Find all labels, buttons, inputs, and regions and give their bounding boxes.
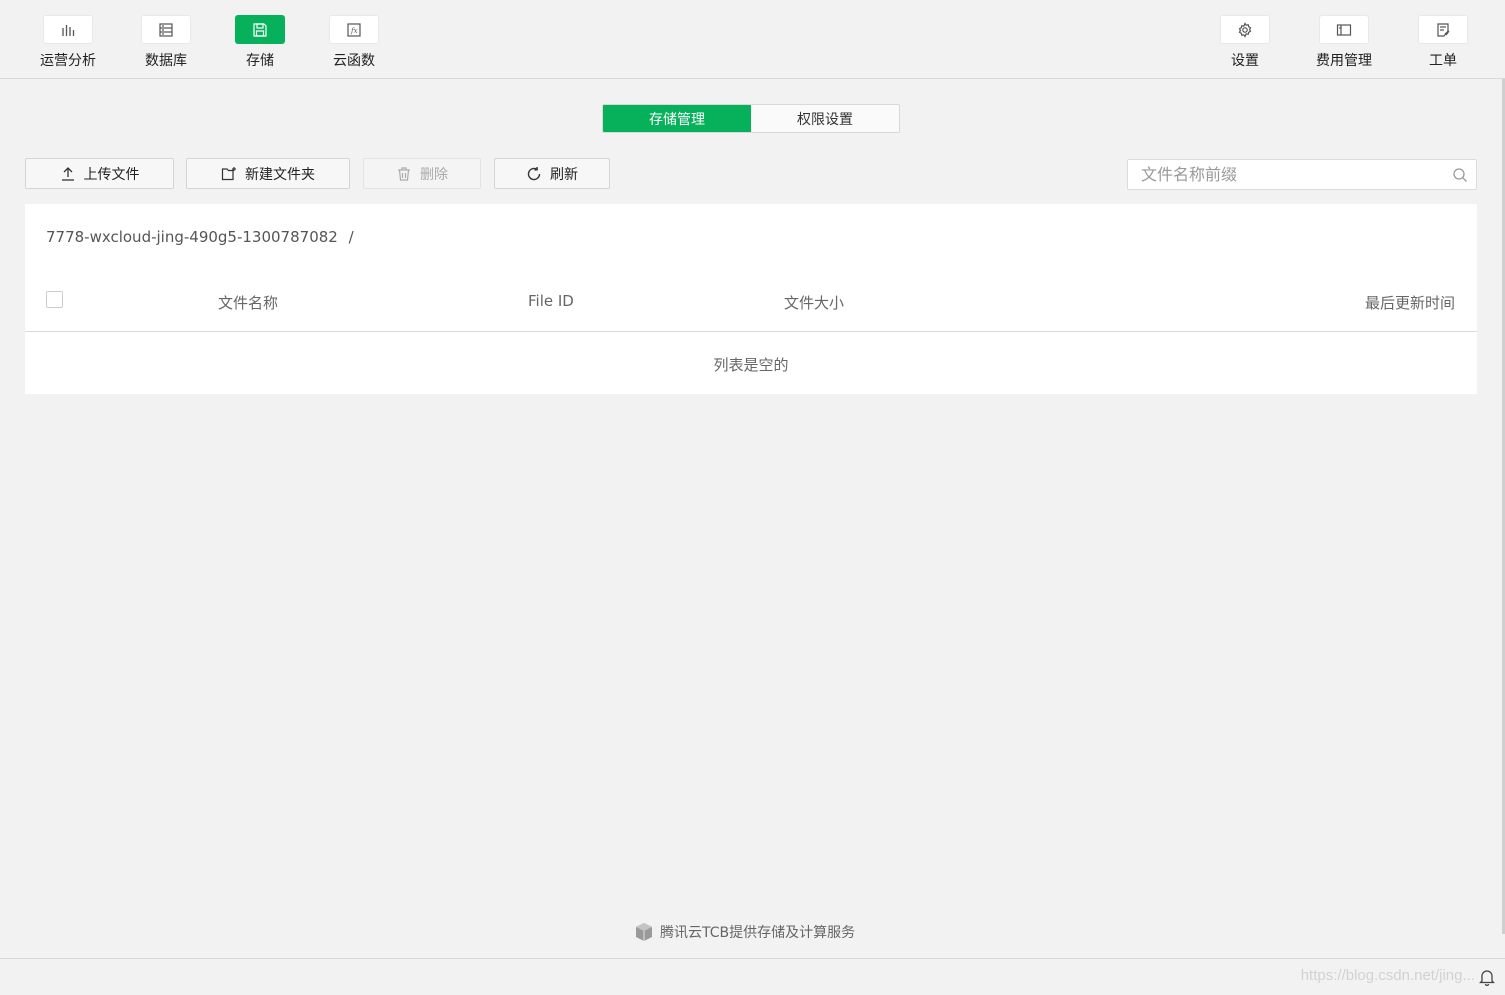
bar-chart-icon — [62, 24, 75, 36]
status-bar: https://blog.csdn.net/jing... — [0, 958, 1505, 995]
storage-tabs: 存储管理 权限设置 — [602, 104, 900, 133]
column-last-updated: 最后更新时间 — [1364, 294, 1455, 312]
new-folder-icon — [221, 166, 236, 180]
refresh-button[interactable]: 刷新 — [494, 158, 610, 189]
nav-label: 数据库 — [145, 53, 187, 69]
nav-button[interactable] — [1418, 15, 1468, 44]
billing-icon — [1336, 23, 1352, 36]
breadcrumb-bucket[interactable]: 7778-wxcloud-jing-490g5-1300787082 — [46, 228, 338, 246]
search-icon[interactable] — [1452, 167, 1468, 183]
nav-button[interactable] — [43, 15, 93, 44]
column-file-id: File ID — [528, 292, 574, 310]
gear-icon — [1238, 21, 1252, 38]
nav-label: 工单 — [1429, 53, 1457, 69]
file-list-panel: 7778-wxcloud-jing-490g5-1300787082 / 文件名… — [25, 204, 1477, 394]
nav-item-storage[interactable]: 存储 — [220, 15, 300, 70]
nav-label: 存储 — [246, 53, 274, 69]
bell-icon[interactable] — [1479, 968, 1495, 986]
nav-label: 运营分析 — [40, 53, 96, 69]
nav-label: 设置 — [1231, 53, 1259, 69]
function-icon: fx — [347, 22, 361, 37]
search-box — [1127, 159, 1477, 190]
breadcrumb: 7778-wxcloud-jing-490g5-1300787082 / — [46, 228, 354, 246]
refresh-label: 刷新 — [550, 166, 578, 183]
nav-item-cloud-functions[interactable]: fx 云函数 — [314, 15, 394, 70]
table-header: 文件名称 File ID 文件大小 最后更新时间 — [25, 274, 1477, 332]
column-file-name: 文件名称 — [218, 294, 279, 312]
trash-icon — [398, 166, 410, 181]
nav-button[interactable] — [1220, 15, 1270, 44]
nav-button[interactable] — [235, 15, 285, 44]
ticket-icon — [1437, 22, 1450, 37]
breadcrumb-separator: / — [348, 228, 354, 246]
tab-storage-management[interactable]: 存储管理 — [603, 105, 751, 132]
file-prefix-search-input[interactable] — [1128, 160, 1476, 189]
upload-file-button[interactable]: 上传文件 — [25, 158, 174, 189]
tencent-cloud-logo-icon — [636, 923, 652, 941]
nav-item-settings[interactable]: 设置 — [1205, 15, 1285, 70]
upload-icon — [61, 166, 74, 181]
powered-by: 腾讯云TCB提供存储及计算服务 — [634, 922, 855, 942]
database-icon — [159, 22, 173, 37]
new-folder-label: 新建文件夹 — [245, 166, 315, 183]
delete-label: 删除 — [420, 166, 448, 183]
nav-item-analytics[interactable]: 运营分析 — [28, 15, 108, 70]
select-all-checkbox[interactable] — [46, 291, 63, 308]
save-icon — [253, 22, 267, 37]
tab-permission-settings[interactable]: 权限设置 — [751, 105, 899, 132]
new-folder-button[interactable]: 新建文件夹 — [186, 158, 350, 189]
watermark-text: https://blog.csdn.net/jing... — [1300, 967, 1475, 984]
nav-button[interactable] — [1319, 15, 1369, 44]
column-file-size: 文件大小 — [784, 294, 845, 312]
nav-item-ticket[interactable]: 工单 — [1403, 15, 1483, 70]
nav-label: 云函数 — [333, 53, 375, 69]
nav-button[interactable]: fx — [329, 15, 379, 44]
refresh-icon — [527, 166, 541, 180]
top-nav: 运营分析 数据库 存储 fx 云函数 设置 费用管理 工单 — [0, 0, 1505, 79]
powered-by-text: 腾讯云TCB提供存储及计算服务 — [660, 925, 856, 941]
nav-item-database[interactable]: 数据库 — [126, 15, 206, 70]
empty-list-message: 列表是空的 — [713, 356, 789, 374]
nav-button[interactable] — [141, 15, 191, 44]
nav-label: 费用管理 — [1316, 53, 1372, 69]
nav-item-billing[interactable]: 费用管理 — [1304, 15, 1384, 70]
upload-file-label: 上传文件 — [83, 166, 140, 183]
svg-text:fx: fx — [350, 27, 358, 35]
delete-button[interactable]: 删除 — [363, 158, 481, 189]
